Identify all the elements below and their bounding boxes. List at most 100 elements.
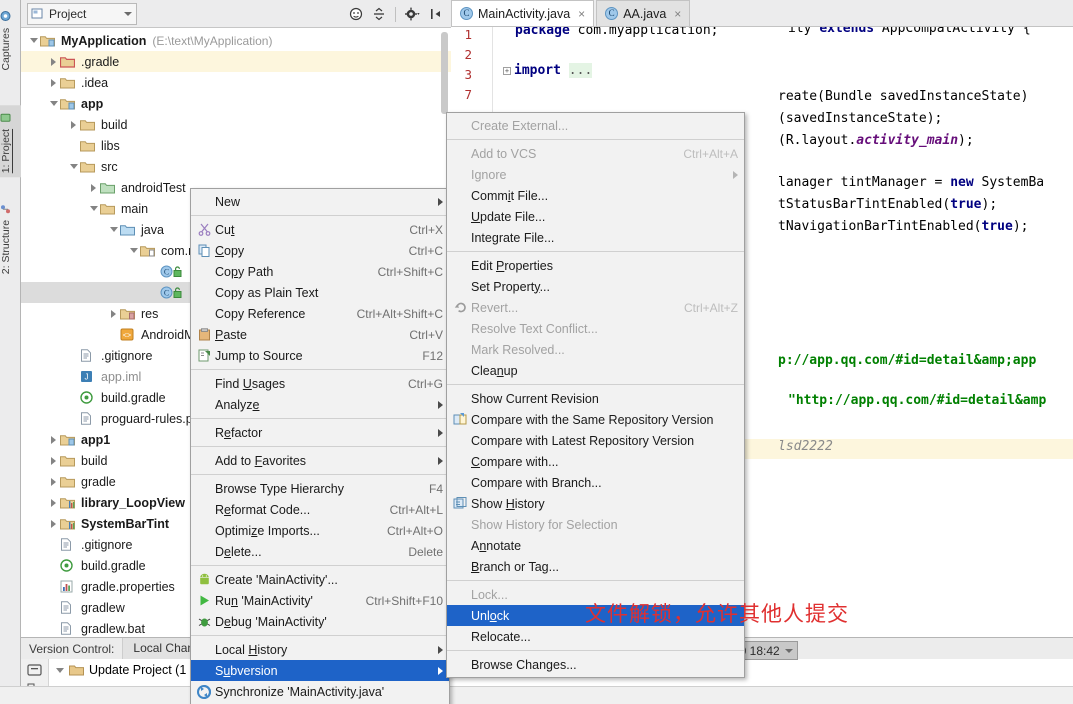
debug-icon <box>195 615 213 628</box>
menu-item-reformat-code[interactable]: Reformat Code... Ctrl+Alt+L <box>191 499 449 520</box>
project-icon <box>1 112 12 123</box>
chevron-down-icon[interactable] <box>124 11 132 16</box>
menu-item-new[interactable]: New <box>191 191 449 212</box>
chevron-right-icon[interactable] <box>47 456 60 465</box>
menu-item-copy-reference[interactable]: Copy Reference Ctrl+Alt+Shift+C <box>191 303 449 324</box>
import-ellipsis[interactable]: ... <box>568 63 593 78</box>
menu-item-jump-to-source[interactable]: Jump to Source F12 <box>191 345 449 366</box>
tree-row-app[interactable]: app <box>21 93 451 114</box>
tree-row-src[interactable]: src <box>21 156 451 177</box>
menu-item-copy-as-plain-text[interactable]: Copy as Plain Text <box>191 282 449 303</box>
chevron-right-icon[interactable] <box>107 309 120 318</box>
close-icon[interactable]: × <box>674 7 681 21</box>
menu-item-annotate[interactable]: Annotate <box>447 535 744 556</box>
menu-item-update-file[interactable]: Update File... <box>447 206 744 227</box>
editor-tab-mainactivity[interactable]: C MainActivity.java × <box>451 0 595 26</box>
gear-icon[interactable] <box>405 7 420 21</box>
menu-item-debug-mainactivity[interactable]: Debug 'MainActivity' <box>191 611 449 632</box>
menu-item-compare-with-latest-repository-version[interactable]: Compare with Latest Repository Version <box>447 430 744 451</box>
chevron-down-icon[interactable] <box>784 648 793 653</box>
submenu-arrow-icon <box>438 645 443 654</box>
menu-item-show-current-revision[interactable]: Show Current Revision <box>447 388 744 409</box>
menu-item-add-to-favorites[interactable]: Add to Favorites <box>191 450 449 471</box>
chevron-right-icon[interactable] <box>47 477 60 486</box>
tree-row-myapplication[interactable]: MyApplication (E:\text\MyApplication) <box>21 30 451 51</box>
menu-item-copy[interactable]: Copy Ctrl+C <box>191 240 449 261</box>
tree-row-libs[interactable]: libs <box>21 135 451 156</box>
menu-item-create-mainactivity[interactable]: Create 'MainActivity'... <box>191 569 449 590</box>
library-folder <box>60 497 75 509</box>
menu-item-browse-type-hierarchy[interactable]: Browse Type Hierarchy F4 <box>191 478 449 499</box>
chevron-right-icon[interactable] <box>87 183 100 192</box>
target-icon[interactable] <box>349 7 363 21</box>
chevron-down-icon[interactable] <box>87 206 100 211</box>
compare-icon <box>453 413 467 426</box>
chevron-right-icon[interactable] <box>47 498 60 507</box>
chevron-right-icon[interactable] <box>67 120 80 129</box>
tool-tab-captures[interactable]: Captures <box>0 4 21 75</box>
menu-item-local-history[interactable]: Local History <box>191 639 449 660</box>
fold-expand-icon[interactable]: + <box>503 66 511 75</box>
menu-item-cleanup[interactable]: Cleanup <box>447 360 744 381</box>
chevron-down-icon[interactable] <box>27 38 40 43</box>
editor-tab-aa[interactable]: C AA.java × <box>596 0 691 26</box>
menu-item-optimize-imports[interactable]: Optimize Imports... Ctrl+Alt+O <box>191 520 449 541</box>
menu-item-integrate-file[interactable]: Integrate File... <box>447 227 744 248</box>
close-icon[interactable]: × <box>578 7 585 21</box>
chevron-right-icon[interactable] <box>47 519 60 528</box>
chevron-down-icon[interactable] <box>47 101 60 106</box>
menu-item-browse-changes[interactable]: Browse Changes... <box>447 654 744 675</box>
menu-item-run-mainactivity[interactable]: Run 'MainActivity' Ctrl+Shift+F10 <box>191 590 449 611</box>
menu-item-label: Refactor <box>215 425 263 440</box>
editor-tab-label: AA.java <box>623 6 667 21</box>
captures-icon <box>1 11 12 22</box>
tree-row-build[interactable]: build <box>21 114 451 135</box>
project-panel-actions <box>349 0 443 28</box>
chevron-down-icon[interactable] <box>107 227 120 232</box>
chevron-down-icon[interactable] <box>53 667 67 673</box>
group-by-directory-icon[interactable] <box>21 659 48 677</box>
hide-icon[interactable] <box>429 7 443 21</box>
menu-item-compare-with-the-same-repository-version[interactable]: Compare with the Same Repository Version <box>447 409 744 430</box>
menu-item-copy-path[interactable]: Copy Path Ctrl+Shift+C <box>191 261 449 282</box>
code-line-tintmanager: lanager tintManager = new SystemBa <box>778 173 1044 193</box>
folder <box>80 140 95 152</box>
menu-item-compare-with[interactable]: Compare with... <box>447 451 744 472</box>
menu-item-shortcut: Ctrl+Alt+L <box>389 502 443 517</box>
menu-item-add-to-vcs: Add to VCS Ctrl+Alt+A <box>447 143 744 164</box>
menu-item-show-history[interactable]: Show History <box>447 493 744 514</box>
subversion-submenu[interactable]: Create External... Add to VCS Ctrl+Alt+A Ig… <box>446 112 745 678</box>
tree-row--idea[interactable]: .idea <box>21 72 451 93</box>
menu-item-compare-with-branch[interactable]: Compare with Branch... <box>447 472 744 493</box>
iml-file: J <box>80 370 93 383</box>
chevron-right-icon[interactable] <box>47 435 60 444</box>
menu-item-refactor[interactable]: Refactor <box>191 422 449 443</box>
tool-tab-project[interactable]: 1: Project <box>0 105 21 178</box>
left-tool-strip: Captures 1: Project 2: Structure <box>0 0 21 704</box>
tool-tab-structure[interactable]: 2: Structure <box>0 196 21 278</box>
chevron-right-icon[interactable] <box>47 57 60 66</box>
keyword-true: true <box>981 219 1013 234</box>
collapse-all-icon[interactable] <box>372 7 386 21</box>
chevron-down-icon[interactable] <box>67 164 80 169</box>
tool-tab-structure-label: 2: Structure <box>0 219 12 275</box>
menu-item-edit-properties[interactable]: Edit Properties <box>447 255 744 276</box>
context-menu[interactable]: New Cut Ctrl+X Copy Ctrl+C Copy Path Ctrl+Shif… <box>190 188 450 704</box>
menu-item-set-property[interactable]: Set Property... <box>447 276 744 297</box>
menu-item-subversion[interactable]: Subversion <box>191 660 449 681</box>
menu-item-paste[interactable]: Paste Ctrl+V <box>191 324 449 345</box>
menu-item-relocate[interactable]: Relocate... <box>447 626 744 647</box>
chevron-right-icon[interactable] <box>47 78 60 87</box>
menu-item-synchronize-mainactivity-java[interactable]: Synchronize 'MainActivity.java' <box>191 681 449 702</box>
menu-item-cut[interactable]: Cut Ctrl+X <box>191 219 449 240</box>
project-view-selector[interactable]: Project <box>27 2 137 25</box>
menu-item-commit-file[interactable]: Commit File... <box>447 185 744 206</box>
menu-item-find-usages[interactable]: Find Usages Ctrl+G <box>191 373 449 394</box>
project-tree-scrollbar[interactable] <box>441 32 448 114</box>
tree-row--gradle[interactable]: .gradle <box>21 51 451 72</box>
menu-item-delete[interactable]: Delete... Delete <box>191 541 449 562</box>
chevron-down-icon[interactable] <box>127 248 140 253</box>
folder-icon <box>69 664 84 676</box>
menu-item-analyze[interactable]: Analyze <box>191 394 449 415</box>
menu-item-branch-or-tag[interactable]: Branch or Tag... <box>447 556 744 577</box>
